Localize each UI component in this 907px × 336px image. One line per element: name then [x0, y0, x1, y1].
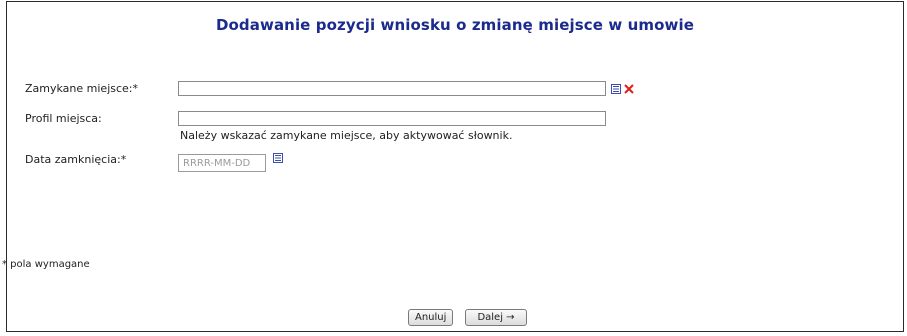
page-title: Dodawanie pozycji wniosku o zmianę miejs… — [215, 16, 695, 34]
list-icon[interactable] — [611, 84, 621, 94]
place-profile-input[interactable] — [178, 111, 606, 126]
place-profile-hint: Należy wskazać zamykane miejsce, aby akt… — [180, 129, 513, 142]
cancel-button[interactable]: Anuluj — [408, 309, 454, 326]
next-button[interactable]: Dalej → — [465, 309, 527, 326]
form-panel: Dodawanie pozycji wniosku o zmianę miejs… — [6, 1, 904, 332]
close-date-label: Data zamknięcia:* — [25, 153, 127, 166]
clear-x-icon[interactable] — [624, 84, 634, 94]
calendar-list-icon[interactable] — [273, 153, 283, 163]
close-date-input[interactable] — [178, 154, 266, 172]
place-profile-label: Profil miejsca: — [25, 112, 102, 125]
closed-place-label: Zamykane miejsce:* — [25, 82, 139, 95]
required-fields-note: * pola wymagane — [2, 259, 90, 270]
closed-place-input[interactable] — [178, 81, 606, 96]
